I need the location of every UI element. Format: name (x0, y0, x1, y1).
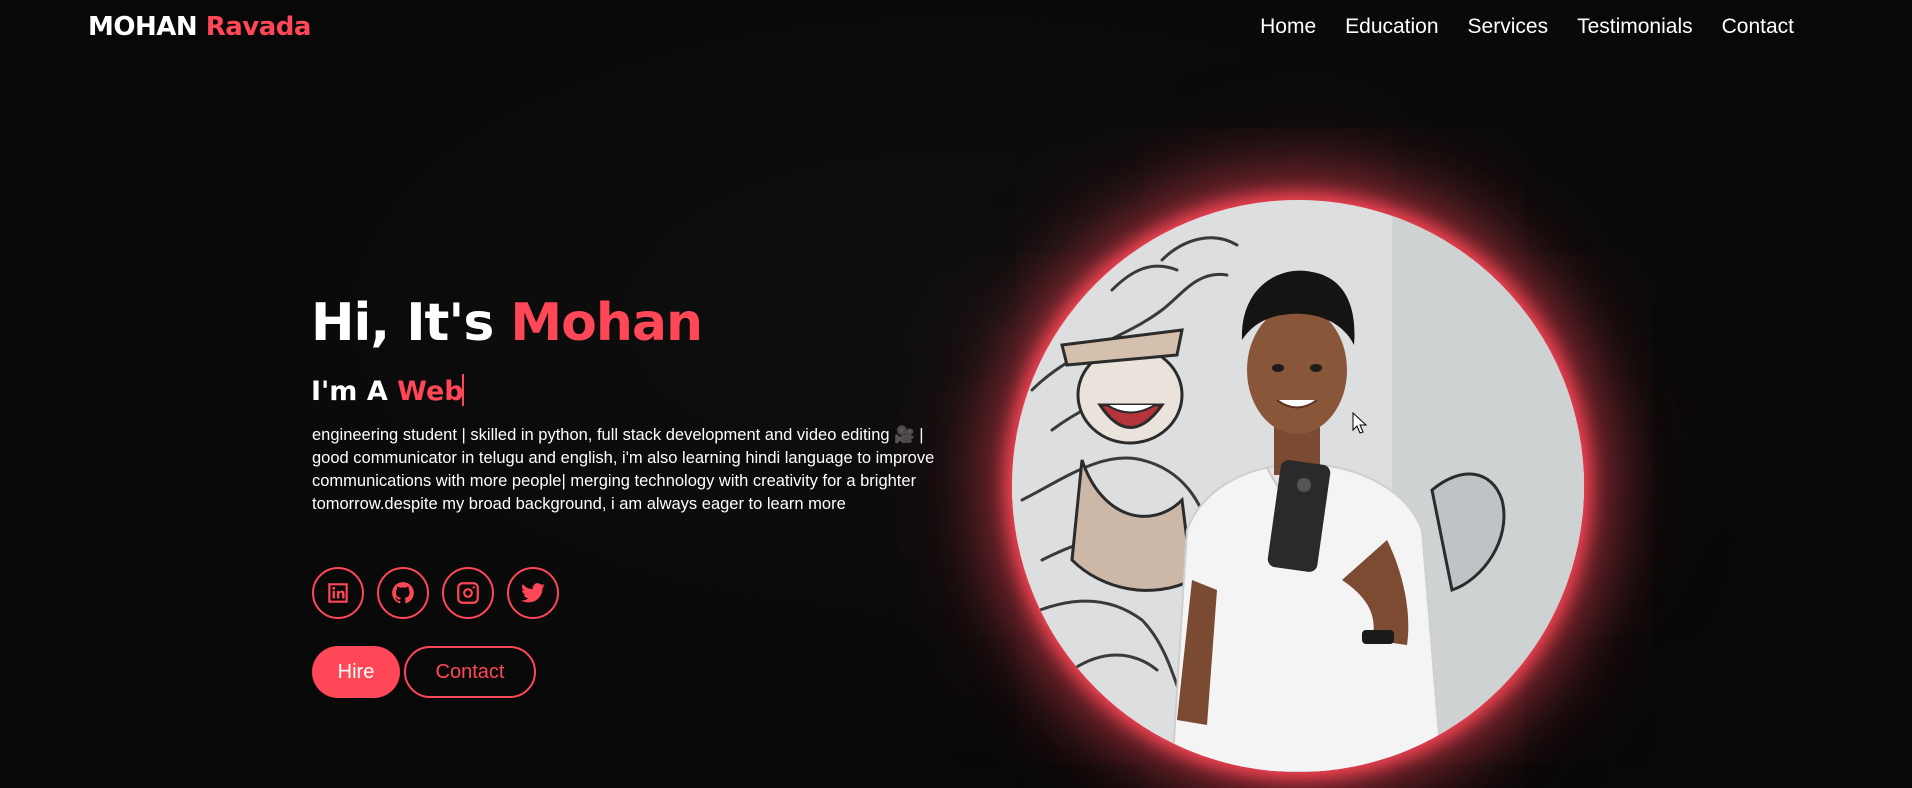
nav-home[interactable]: Home (1260, 15, 1316, 39)
github-icon (392, 582, 414, 604)
instagram-icon (457, 582, 479, 604)
main-nav: Home Education Services Testimonials Con… (1260, 15, 1794, 39)
hire-button[interactable]: Hire (312, 646, 400, 698)
social-links (312, 567, 559, 619)
contact-button[interactable]: Contact (404, 646, 536, 698)
portfolio-page: MOHAN Ravada Home Education Services Tes… (0, 0, 1912, 788)
hero-heading: Hi, It's Mohan (311, 288, 703, 358)
linkedin-link[interactable] (312, 567, 364, 619)
github-link[interactable] (377, 567, 429, 619)
mouse-cursor-icon (1352, 412, 1368, 434)
typing-cursor (461, 374, 464, 406)
logo-first-word: MOHAN (88, 12, 198, 42)
logo-second-word: Ravada (205, 12, 312, 42)
linkedin-icon (328, 583, 348, 603)
site-logo[interactable]: MOHAN Ravada (88, 12, 311, 42)
site-header: MOHAN Ravada Home Education Services Tes… (0, 0, 1912, 60)
profile-photo (1012, 200, 1584, 772)
nav-testimonials[interactable]: Testimonials (1577, 15, 1693, 39)
nav-education[interactable]: Education (1345, 15, 1438, 39)
nav-contact[interactable]: Contact (1722, 15, 1794, 39)
hero-name: Mohan (510, 293, 703, 353)
typed-role: Web (397, 376, 464, 407)
twitter-link[interactable] (507, 567, 559, 619)
bio-paragraph: engineering student | skilled in python,… (312, 426, 935, 513)
instagram-link[interactable] (442, 567, 494, 619)
subtitle-prefix: I'm A (311, 376, 388, 407)
twitter-icon (521, 583, 545, 603)
nav-services[interactable]: Services (1468, 15, 1549, 39)
profile-photo-illustration (1012, 200, 1584, 772)
hero-subtitle: I'm A Web (311, 374, 464, 410)
hero-greeting: Hi, It's (311, 293, 494, 353)
